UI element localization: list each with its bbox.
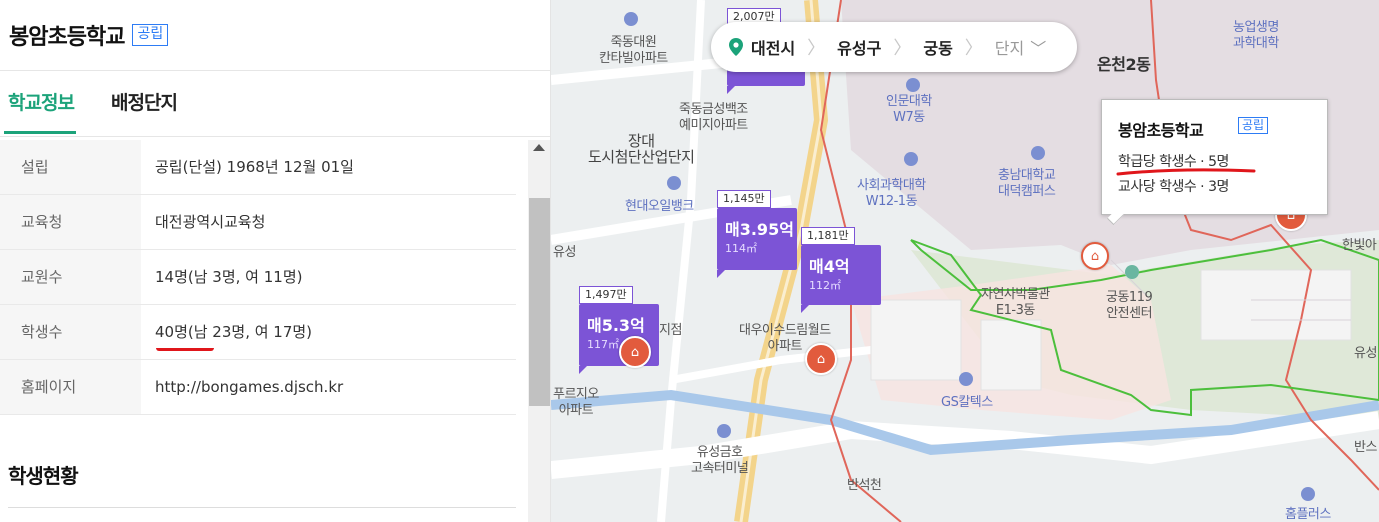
school-popup[interactable]: 봉암초등학교 공립 학급당 학생수 · 5명 교사당 학생수 · 3명 — [1101, 99, 1328, 215]
map-label: 사회과학대학 W12-1동 — [857, 178, 926, 209]
info-value: 대전광역시교육청 — [155, 213, 266, 231]
tab-school-info[interactable]: 학교정보 — [4, 88, 76, 134]
location-breadcrumb: 대전시 〉 유성구 〉 궁동 〉 단지 ﹀ — [711, 22, 1077, 72]
school-type-badge: 공립 — [132, 24, 169, 46]
area-label: 114㎡ — [725, 242, 757, 255]
selected-school-marker-icon[interactable]: ⌂ — [1081, 242, 1109, 270]
school-info-panel: 봉암초등학교 공립 학교정보 배정단지 설립 공립(단설) 1968년 12월 … — [0, 0, 551, 522]
map-label: 인문대학 W7동 — [886, 94, 932, 125]
red-underline-annotation — [156, 343, 214, 351]
map-label: 유성 — [553, 245, 576, 260]
map-label: 반석천 — [847, 478, 882, 493]
popup-school-name: 봉암초등학교 — [1118, 121, 1204, 140]
map-label-district: 온천2동 — [1097, 55, 1151, 74]
poi-icon — [906, 78, 920, 92]
poi-icon — [624, 12, 638, 26]
map-label: 장대 도시첨단산업단지 — [588, 132, 695, 166]
chevron-down-icon[interactable]: ﹀ — [1030, 35, 1046, 59]
map-label: 죽동대원 칸타빌아파트 — [599, 35, 668, 66]
scroll-up-arrow-icon[interactable] — [533, 144, 545, 151]
homepage-link[interactable]: http://bongames.djsch.kr — [155, 360, 343, 414]
unit-price-label: 1,181만 — [801, 227, 855, 245]
map-label: 자연사박물관 E1-3동 — [981, 287, 1050, 318]
info-key: 교원수 — [0, 250, 141, 304]
sale-price: 매5.3억 — [587, 316, 645, 335]
school-header: 봉암초등학교 공립 — [0, 0, 550, 71]
breadcrumb-complex[interactable]: 단지 — [995, 35, 1024, 59]
breadcrumb-dong[interactable]: 궁동 — [923, 35, 952, 59]
area-label: 112㎡ — [809, 279, 841, 292]
map-label: 홈플러스 — [1285, 507, 1331, 522]
price-marker[interactable]: 1,181만 매4억 112㎡ — [801, 227, 881, 313]
bus-terminal-icon — [717, 424, 731, 438]
poi-icon — [1125, 265, 1139, 279]
price-marker[interactable]: 1,145만 매3.95억 114㎡ — [717, 190, 797, 278]
map-label: 푸르지오 아파트 — [553, 387, 599, 418]
school-name: 봉암초등학교 — [9, 25, 125, 50]
map-label: 궁동119 안전센터 — [1106, 290, 1153, 321]
map-label: 반스 — [1354, 440, 1377, 455]
chevron-right-icon: 〉 — [807, 38, 826, 59]
info-row-founded: 설립 공립(단설) 1968년 12월 01일 — [0, 140, 516, 195]
scrollbar-thumb[interactable] — [529, 198, 550, 406]
map-label: GS칼텍스 — [941, 395, 993, 410]
map-label: 현대오일뱅크 — [625, 199, 694, 214]
poi-icon — [959, 372, 973, 386]
breadcrumb-city[interactable]: 대전시 — [751, 35, 795, 59]
map-base — [551, 0, 1379, 522]
poi-icon — [1031, 146, 1045, 160]
info-key: 홈페이지 — [0, 360, 141, 414]
popup-type-badge: 공립 — [1238, 117, 1269, 134]
map-label: 한빛아 — [1342, 238, 1377, 253]
map-label: 농업생명 과학대학 — [1233, 20, 1279, 51]
map-view[interactable]: 죽동대원 칸타빌아파트 죽동금성백조 예미지아파트 장대 도시첨단산업단지 현대오일뱅… — [551, 0, 1379, 522]
divider — [8, 507, 516, 508]
school-info-table: 설립 공립(단설) 1968년 12월 01일 교육청 대전광역시교육청 교원수… — [0, 140, 516, 415]
sale-price: 매3.95억 — [725, 220, 794, 239]
breadcrumb-district[interactable]: 유성구 — [837, 35, 881, 59]
school-marker-icon[interactable]: ⌂ — [805, 343, 837, 375]
red-underline-annotation — [1116, 168, 1256, 176]
unit-price-label: 1,497만 — [579, 286, 633, 304]
location-pin-icon — [729, 38, 743, 56]
info-key: 학생수 — [0, 305, 141, 359]
map-label: 지점 — [659, 323, 682, 338]
chevron-right-icon: 〉 — [964, 38, 983, 59]
students-per-teacher: 교사당 학생수 · 3명 — [1118, 179, 1229, 195]
info-row-students: 학생수 40명(남 23명, 여 17명) — [0, 305, 516, 360]
tab-bar: 학교정보 배정단지 — [0, 71, 550, 137]
poi-icon — [667, 176, 681, 190]
area-label: 117㎡ — [587, 338, 619, 351]
scrollbar[interactable] — [528, 140, 550, 522]
map-label: 유성 — [1354, 346, 1377, 361]
poi-icon — [904, 152, 918, 166]
chevron-right-icon: 〉 — [893, 38, 912, 59]
map-label: 충남대학교 대덕캠퍼스 — [998, 168, 1056, 199]
map-label: 죽동금성백조 예미지아파트 — [679, 102, 748, 133]
info-row-education-office: 교육청 대전광역시교육청 — [0, 195, 516, 250]
section-title-student-status: 학생현황 — [8, 464, 79, 488]
info-row-homepage: 홈페이지 http://bongames.djsch.kr — [0, 360, 516, 415]
info-key: 설립 — [0, 140, 141, 194]
info-key: 교육청 — [0, 195, 141, 249]
info-value: 14명(남 3명, 여 11명) — [155, 268, 303, 286]
map-label: 유성금호 고속터미널 — [691, 445, 749, 476]
poi-icon — [1301, 487, 1315, 501]
unit-price-label: 1,145만 — [717, 190, 771, 208]
sale-price: 매4억 — [809, 257, 850, 276]
tab-assigned-complexes[interactable]: 배정단지 — [111, 88, 178, 115]
school-marker-icon[interactable]: ⌂ — [619, 336, 651, 368]
info-row-teachers: 교원수 14명(남 3명, 여 11명) — [0, 250, 516, 305]
info-value: 공립(단설) 1968년 12월 01일 — [155, 158, 354, 176]
